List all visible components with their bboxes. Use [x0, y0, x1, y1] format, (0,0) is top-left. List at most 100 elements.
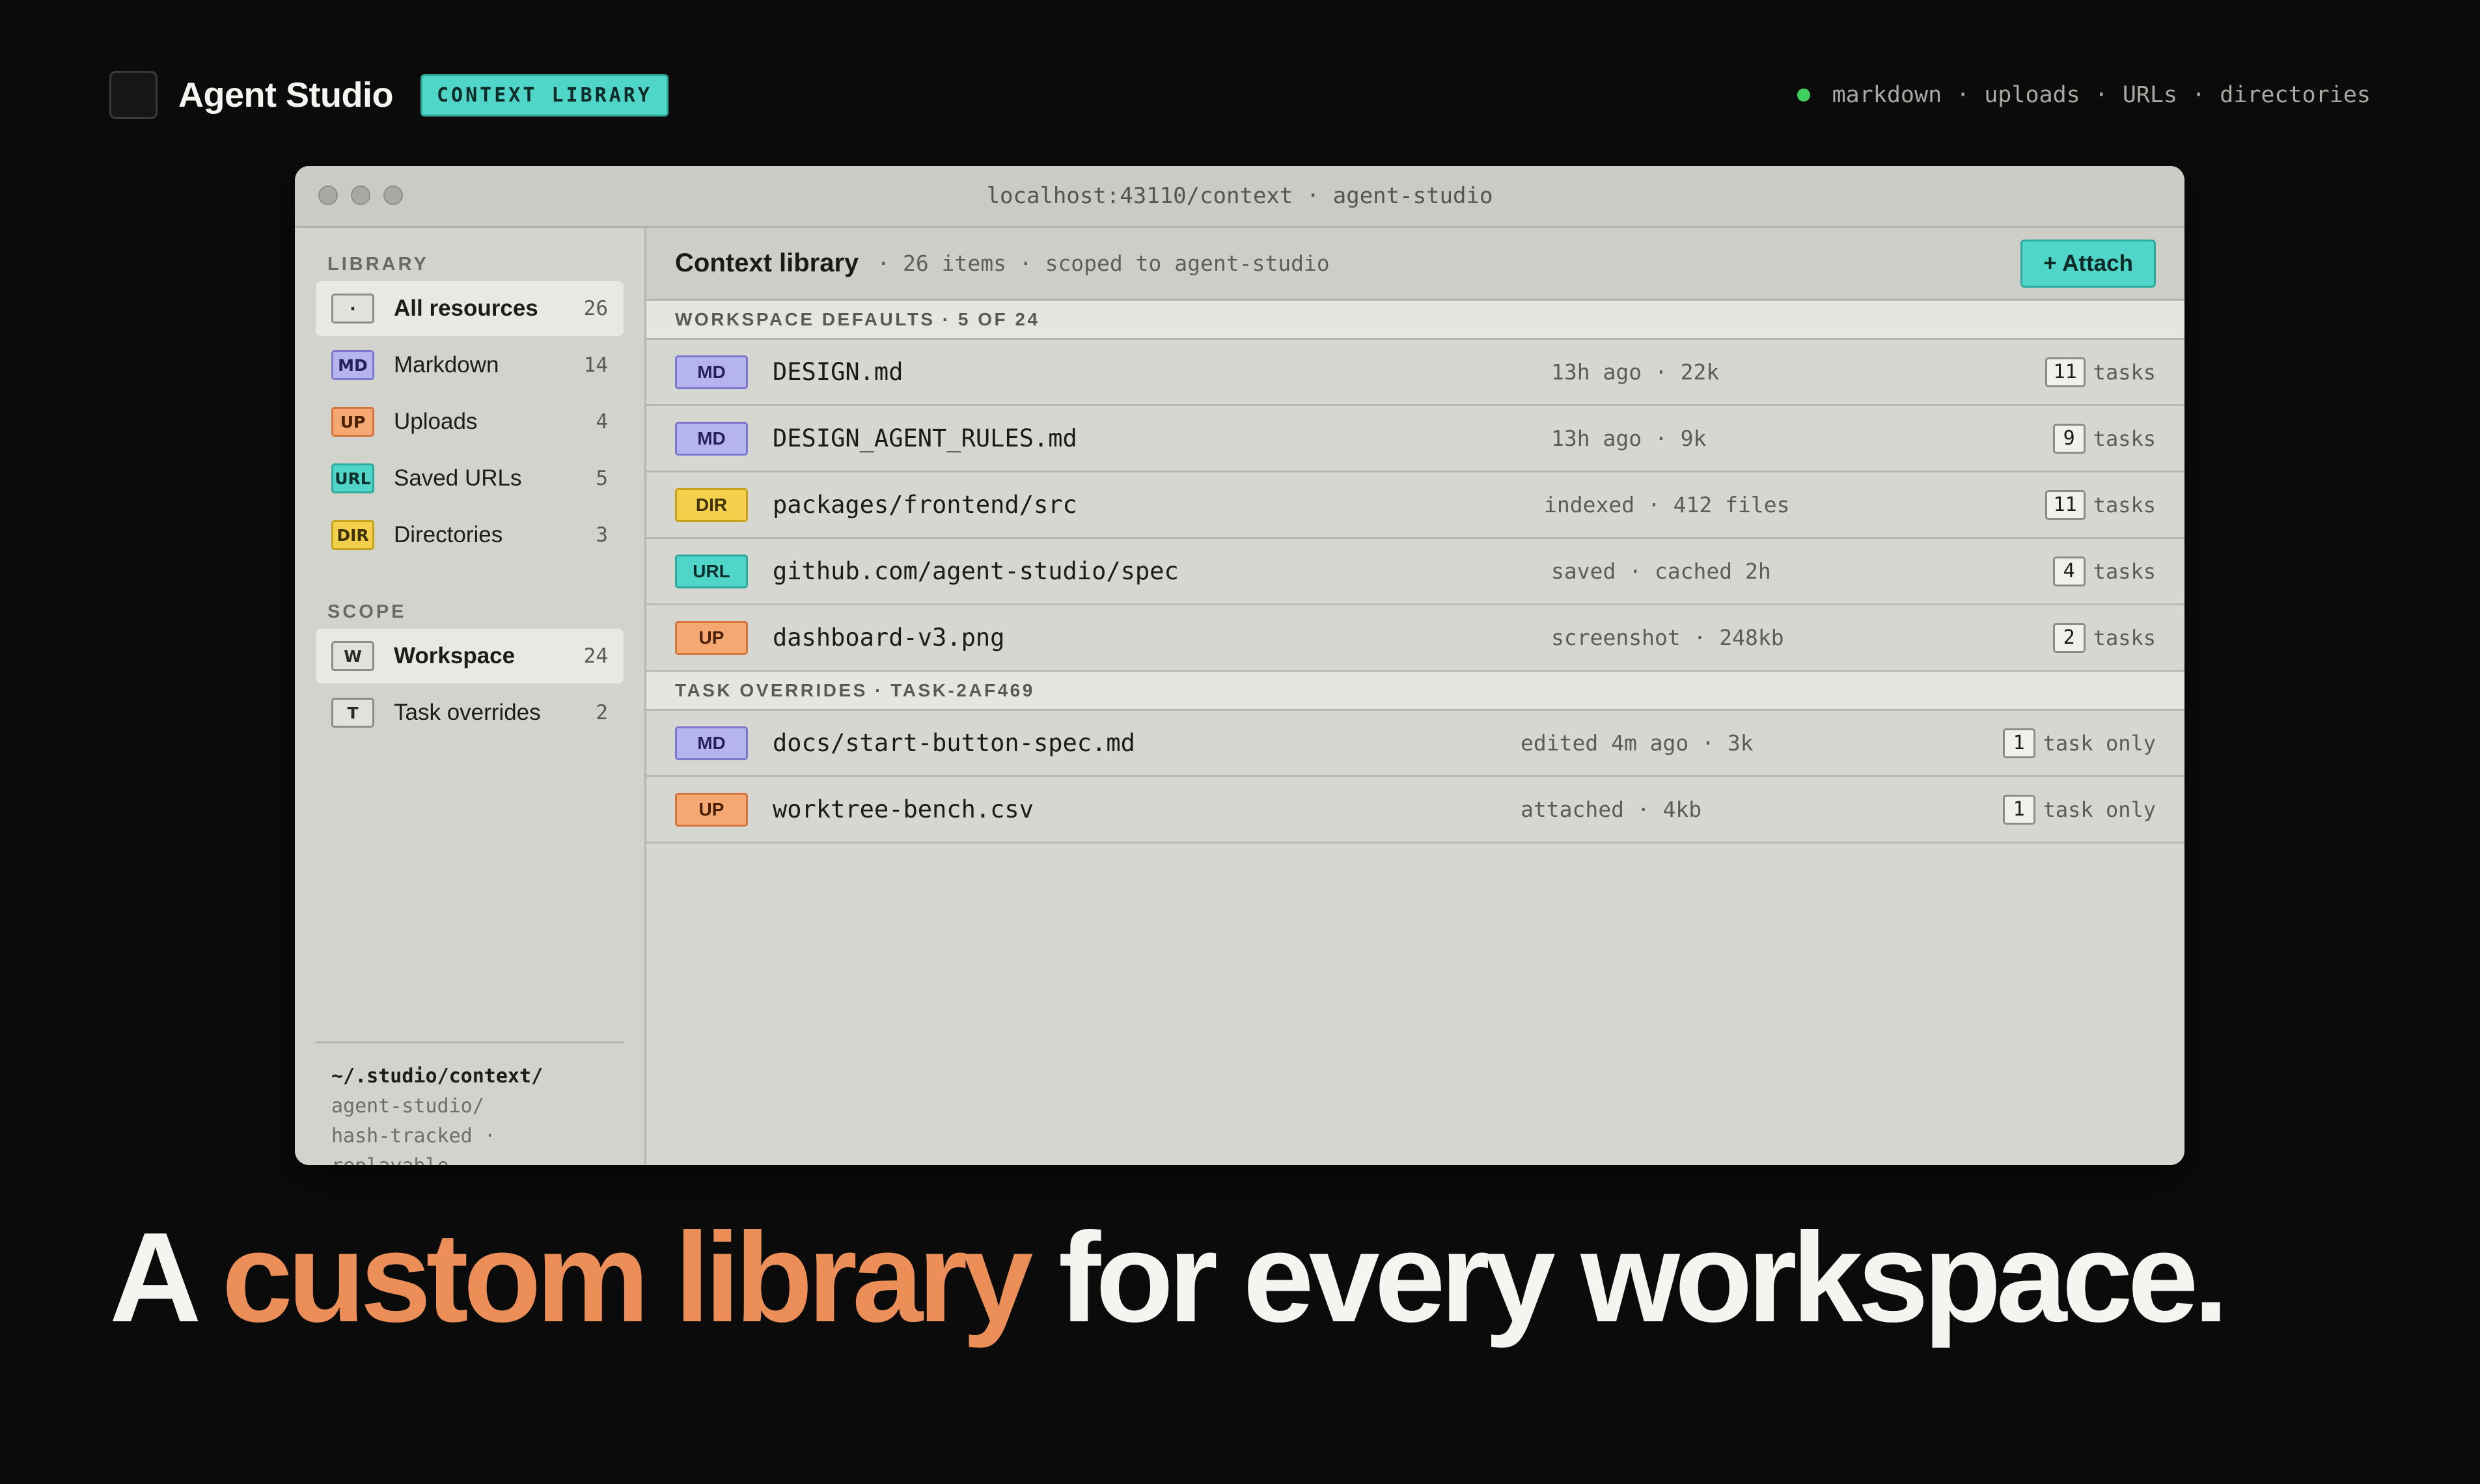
- task-count-badge: 1: [2002, 794, 2035, 825]
- upload-icon: UP: [675, 620, 748, 655]
- status-separator: ·: [2094, 82, 2108, 108]
- task-count-unit: tasks: [2093, 359, 2156, 385]
- top-bar: Agent Studio CONTEXT LIBRARY markdown · …: [109, 69, 2371, 121]
- status-item: uploads: [1984, 82, 2080, 108]
- section-badge: CONTEXT LIBRARY: [420, 74, 668, 117]
- sidebar-item-label: Task overrides: [394, 700, 541, 725]
- markdown-icon: MD: [331, 350, 374, 380]
- library-section-label: LIBRARY: [327, 254, 429, 275]
- minimize-window-icon[interactable]: [351, 186, 370, 205]
- task-count-unit: tasks: [2093, 558, 2156, 584]
- status-item: URLs: [2122, 82, 2178, 108]
- sidebar-item-count: 14: [583, 353, 608, 377]
- window-body: LIBRARY · All resources 26 MD Markdown 1…: [295, 228, 2184, 1165]
- scope-nav: W Workspace 24 T Task overrides 2: [316, 629, 624, 740]
- sidebar-item-label: Saved URLs: [394, 465, 522, 491]
- task-count-badge: 4: [2052, 556, 2086, 586]
- sidebar-item-label: Directories: [394, 522, 503, 547]
- sidebar-item-all-resources[interactable]: · All resources 26: [316, 281, 624, 336]
- task-count-badge: 11: [2045, 357, 2086, 387]
- sidebar-item-uploads[interactable]: UP Uploads 4: [316, 394, 624, 449]
- window-controls: [318, 186, 403, 205]
- storage-path: ~/.studio/context/: [331, 1065, 544, 1088]
- table-row[interactable]: URL github.com/agent-studio/spec saved ·…: [646, 539, 2184, 605]
- headline-part: A: [109, 1206, 222, 1349]
- task-count-unit: tasks: [2093, 492, 2156, 517]
- page: Agent Studio CONTEXT LIBRARY markdown · …: [0, 0, 2480, 1484]
- headline-accent: custom library: [221, 1206, 1034, 1349]
- directory-icon: DIR: [331, 520, 374, 550]
- main-panel: Context library · 26 items · scoped to a…: [646, 228, 2184, 1165]
- headline-part: for every workspace.: [1028, 1206, 2229, 1349]
- resource-meta: edited 4m ago · 3k: [1521, 730, 1754, 756]
- sidebar-item-task-overrides[interactable]: T Task overrides 2: [316, 685, 624, 740]
- upload-icon: UP: [675, 792, 748, 827]
- status-dot-icon: [1797, 89, 1810, 102]
- sidebar-item-label: Workspace: [394, 643, 516, 668]
- close-window-icon[interactable]: [318, 186, 338, 205]
- resource-meta: saved · cached 2h: [1551, 558, 1771, 584]
- status-separator: ·: [1956, 82, 1970, 108]
- window-titlebar: localhost:43110/context · agent-studio: [295, 166, 2184, 228]
- group-header-workspace-defaults: WORKSPACE DEFAULTS · 5 OF 24: [646, 301, 2184, 340]
- status-item: markdown: [1832, 82, 1942, 108]
- task-count: 1 task only: [2002, 794, 2156, 825]
- sidebar-item-count: 2: [596, 701, 608, 724]
- sidebar-item-workspace[interactable]: W Workspace 24: [316, 629, 624, 683]
- sidebar-item-label: All resources: [394, 295, 538, 321]
- resource-meta: 13h ago · 22k: [1551, 359, 1720, 385]
- app-window: localhost:43110/context · agent-studio L…: [295, 166, 2184, 1165]
- task-count-unit: task only: [2043, 797, 2156, 822]
- attach-button[interactable]: + Attach: [2020, 239, 2156, 288]
- table-row[interactable]: MD DESIGN_AGENT_RULES.md 13h ago · 9k 9 …: [646, 406, 2184, 473]
- maximize-window-icon[interactable]: [383, 186, 403, 205]
- table-row[interactable]: DIR packages/frontend/src indexed · 412 …: [646, 473, 2184, 539]
- resource-name: packages/frontend/src: [773, 491, 1077, 519]
- upload-icon: UP: [331, 407, 374, 437]
- task-count-badge: 11: [2045, 489, 2086, 520]
- resource-name: DESIGN.md: [773, 358, 903, 386]
- library-nav: · All resources 26 MD Markdown 14 UP Upl…: [316, 281, 624, 562]
- sidebar-item-count: 3: [596, 523, 608, 547]
- task-count: 9 tasks: [2052, 423, 2156, 454]
- resource-meta: 13h ago · 9k: [1551, 426, 1707, 451]
- task-count: 1 task only: [2002, 728, 2156, 758]
- resource-meta: indexed · 412 files: [1544, 492, 1790, 517]
- table-row[interactable]: MD DESIGN.md 13h ago · 22k 11 tasks: [646, 340, 2184, 406]
- url-icon: URL: [331, 463, 374, 493]
- sidebar-item-count: 5: [596, 467, 608, 490]
- main-header: Context library · 26 items · scoped to a…: [646, 228, 2184, 301]
- sidebar-item-count: 4: [596, 410, 608, 433]
- brand-logo-icon: [109, 71, 158, 119]
- url-icon: URL: [675, 554, 748, 588]
- status-separator: ·: [2192, 82, 2206, 108]
- sidebar-item-label: Uploads: [394, 409, 478, 434]
- table-row[interactable]: MD docs/start-button-spec.md edited 4m a…: [646, 711, 2184, 777]
- task-count-unit: tasks: [2093, 625, 2156, 650]
- task-count: 4 tasks: [2052, 556, 2156, 586]
- task-count: 11 tasks: [2045, 357, 2156, 387]
- window-url: localhost:43110/context · agent-studio: [986, 183, 1493, 209]
- table-row[interactable]: UP dashboard-v3.png screenshot · 248kb 2…: [646, 605, 2184, 672]
- group-header-task-overrides: TASK OVERRIDES · TASK-2AF469: [646, 672, 2184, 711]
- sidebar: LIBRARY · All resources 26 MD Markdown 1…: [295, 228, 646, 1165]
- resource-name: docs/start-button-spec.md: [773, 729, 1135, 757]
- sidebar-item-label: Markdown: [394, 352, 499, 378]
- sidebar-item-directories[interactable]: DIR Directories 3: [316, 508, 624, 562]
- resource-name: github.com/agent-studio/spec: [773, 557, 1179, 585]
- sidebar-item-markdown[interactable]: MD Markdown 14: [316, 338, 624, 392]
- resource-meta: screenshot · 248kb: [1551, 625, 1784, 650]
- task-count-badge: 9: [2052, 423, 2086, 454]
- task-count: 11 tasks: [2045, 489, 2156, 520]
- table-row[interactable]: UP worktree-bench.csv attached · 4kb 1 t…: [646, 777, 2184, 844]
- storage-path-line: hash-tracked ·: [331, 1125, 496, 1147]
- storage-path-info: ~/.studio/context/ agent-studio/ hash-tr…: [316, 1041, 624, 1165]
- task-icon: T: [331, 698, 374, 728]
- all-resources-icon: ·: [331, 294, 374, 323]
- sidebar-item-count: 26: [583, 297, 608, 320]
- directory-icon: DIR: [675, 488, 748, 522]
- sidebar-item-saved-urls[interactable]: URL Saved URLs 5: [316, 451, 624, 506]
- markdown-icon: MD: [675, 355, 748, 389]
- hero-headline: A custom library for every workspace.: [109, 1204, 2229, 1351]
- task-count: 2 tasks: [2052, 622, 2156, 653]
